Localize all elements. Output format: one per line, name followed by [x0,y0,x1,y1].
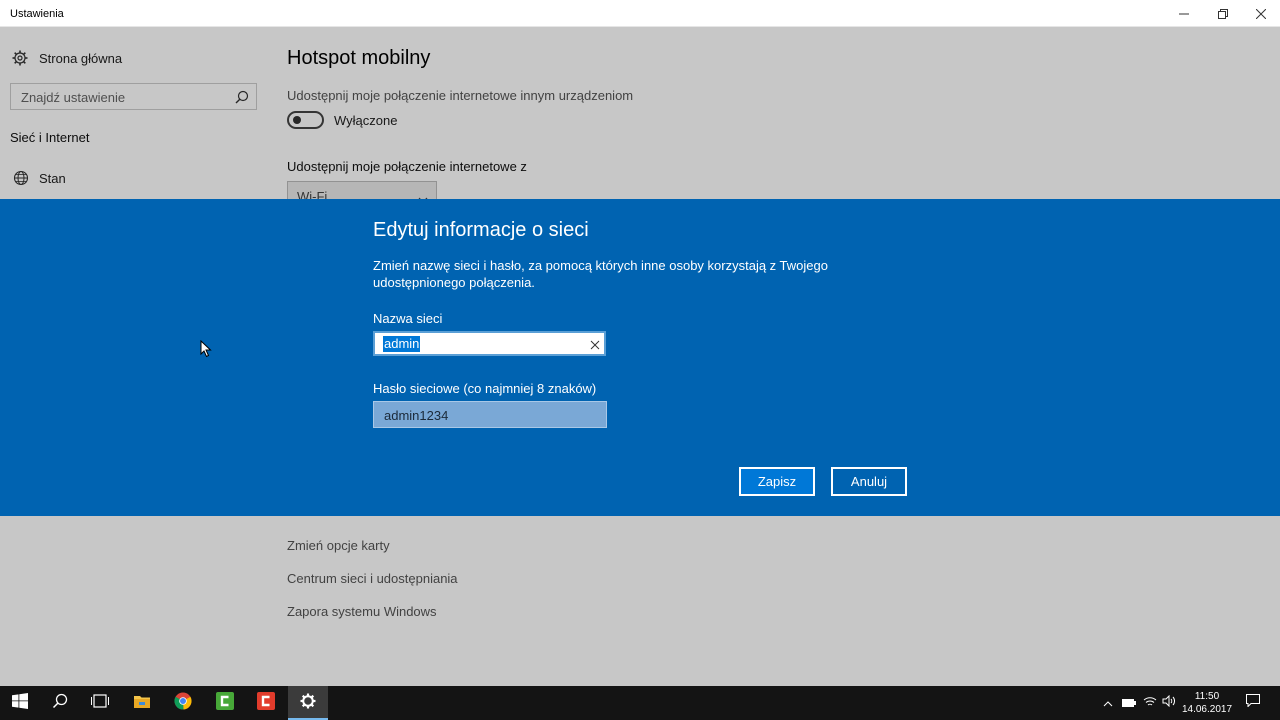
action-center-button[interactable] [1242,686,1264,720]
battery-icon [1122,694,1136,712]
network-name-value: admin [383,336,421,352]
taskbar-chrome[interactable] [163,686,203,720]
restore-button[interactable] [1204,0,1242,27]
network-tray[interactable] [1141,686,1159,720]
save-button[interactable]: Zapisz [739,467,815,496]
file-explorer-icon [133,693,151,714]
battery-tray[interactable] [1120,686,1138,720]
volume-tray[interactable] [1160,686,1178,720]
taskbar-camtasia-recorder[interactable] [205,686,245,720]
start-button[interactable] [0,686,40,720]
window-title: Ustawienia [10,8,64,20]
chevron-up-icon [1103,694,1113,712]
camtasia-recorder-icon [216,691,234,715]
dialog-description: Zmień nazwę sieci i hasło, za pomocą któ… [373,258,828,290]
edit-network-dialog: Edytuj informacje o sieci Zmień nazwę si… [0,199,1280,516]
chrome-icon [174,692,192,715]
mouse-cursor-icon [200,339,212,363]
taskbar-camtasia-editor[interactable] [246,686,286,720]
taskbar-settings[interactable] [288,686,328,720]
taskbar-file-explorer[interactable] [122,686,162,720]
minimize-button[interactable] [1165,0,1203,27]
close-button[interactable] [1242,0,1280,27]
taskbar-clock[interactable]: 11:50 14.06.2017 [1180,690,1234,716]
show-hidden-icons-button[interactable] [1100,686,1116,720]
taskbar-search-button[interactable] [40,686,80,720]
password-label: Hasło sieciowe (co najmniej 8 znaków) [373,381,597,396]
clock-date: 14.06.2017 [1181,704,1233,715]
network-name-field[interactable]: admin [373,331,606,356]
password-value: admin1234 [384,408,449,423]
camtasia-editor-icon [257,691,275,715]
task-view-icon [91,693,109,713]
network-name-label: Nazwa sieci [373,311,443,326]
task-view-button[interactable] [80,686,120,720]
clear-icon[interactable] [590,337,600,355]
password-field[interactable]: admin1234 [373,401,607,428]
settings-icon [300,693,316,714]
wifi-icon [1143,694,1157,712]
speaker-icon [1162,694,1176,712]
windows-logo-icon [12,692,28,714]
title-bar: Ustawienia [0,0,1280,27]
dialog-title: Edytuj informacje o sieci [373,219,589,241]
clock-time: 11:50 [1194,691,1220,702]
notification-icon [1246,694,1260,712]
cancel-button[interactable]: Anuluj [831,467,907,496]
taskbar: 11:50 14.06.2017 [0,686,1280,720]
search-icon [52,693,68,714]
